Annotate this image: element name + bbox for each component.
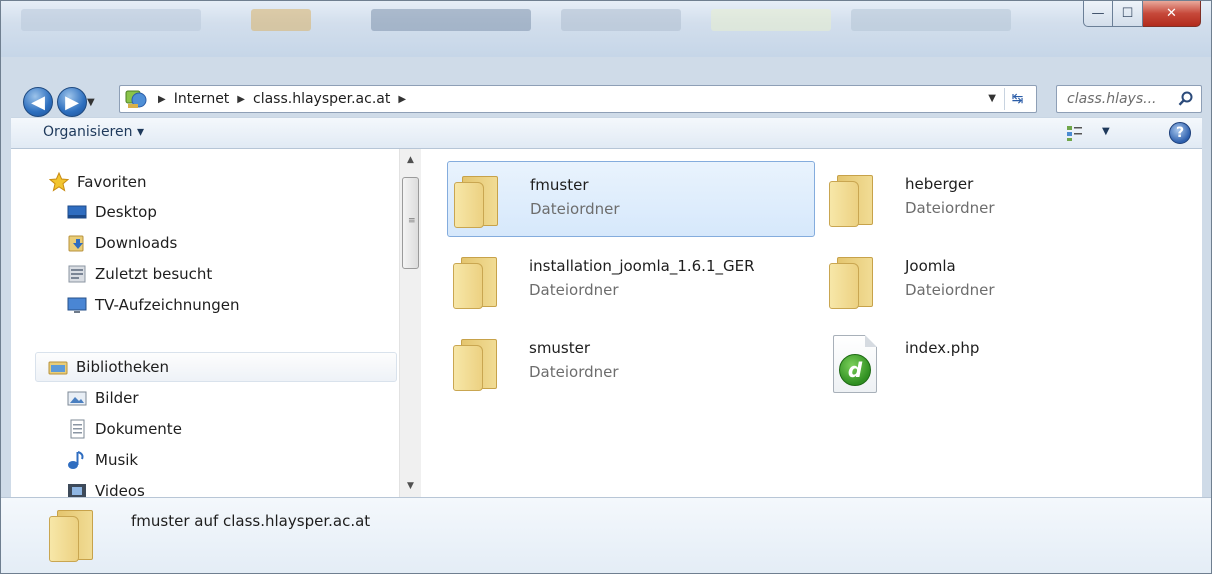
file-list-pane: fmuster Dateiordner heberger Dateiordner… xyxy=(421,149,1202,497)
file-item-installation-joomla[interactable]: installation_joomla_1.6.1_GER Dateiordne… xyxy=(447,243,815,319)
file-item-smuster[interactable]: smuster Dateiordner xyxy=(447,325,815,401)
downloads-folder-icon xyxy=(67,233,87,253)
desktop-icon xyxy=(67,202,87,222)
folder-icon xyxy=(453,253,505,309)
file-item-joomla[interactable]: Joomla Dateiordner xyxy=(823,243,1191,319)
close-button[interactable]: ✕ xyxy=(1143,1,1201,27)
nav-item-pictures[interactable]: Bilder xyxy=(67,385,139,411)
file-name: heberger xyxy=(905,175,974,193)
change-view-icon[interactable] xyxy=(1066,124,1084,142)
address-history-dropdown[interactable]: ▼ xyxy=(988,93,996,104)
search-input[interactable]: class.hlays... xyxy=(1056,85,1202,113)
nav-item-downloads[interactable]: Downloads xyxy=(67,230,177,256)
forward-button[interactable]: ▶ xyxy=(57,87,87,117)
address-bar[interactable]: ▶ Internet ▶ class.hlaysper.ac.at ▶ ▼ ↹ xyxy=(119,85,1037,113)
php-file-icon: d xyxy=(829,335,881,393)
music-note-icon xyxy=(67,450,87,470)
arrow-left-icon: ◀ xyxy=(31,91,45,113)
title-bar: — ☐ ✕ xyxy=(1,1,1211,57)
navigation-scrollbar[interactable]: ▲ ≡ ▼ xyxy=(399,149,421,497)
nav-item-desktop[interactable]: Desktop xyxy=(67,199,157,225)
folder-icon xyxy=(829,171,881,227)
pictures-icon xyxy=(67,388,87,408)
maximize-button[interactable]: ☐ xyxy=(1113,1,1143,27)
breadcrumb-host[interactable]: class.hlaysper.ac.at ▶ xyxy=(253,91,414,107)
file-item-fmuster[interactable]: fmuster Dateiordner xyxy=(447,161,815,237)
film-strip-icon xyxy=(67,481,87,497)
recent-pages-dropdown[interactable]: ▼ xyxy=(87,97,95,108)
file-name: index.php xyxy=(905,339,980,357)
file-name: Joomla xyxy=(905,257,956,275)
file-name: smuster xyxy=(529,339,591,357)
refresh-icon: ↹ xyxy=(1011,91,1024,107)
file-type: Dateiordner xyxy=(530,200,620,218)
nav-item-documents[interactable]: Dokumente xyxy=(67,416,182,442)
minimize-button[interactable]: — xyxy=(1083,1,1113,27)
explorer-window: — ☐ ✕ ◀ ▶ ▼ ▶ Internet ▶ class.hlaysper.a… xyxy=(0,0,1212,574)
tv-monitor-icon xyxy=(67,295,87,315)
scroll-up-arrow-icon[interactable]: ▲ xyxy=(400,151,421,169)
scroll-thumb[interactable]: ≡ xyxy=(402,177,419,269)
help-button[interactable]: ? xyxy=(1169,122,1191,144)
folder-icon xyxy=(49,506,101,562)
folder-icon xyxy=(454,172,506,228)
folder-icon xyxy=(453,335,505,391)
file-type: Dateiordner xyxy=(905,199,995,217)
nav-item-favorites[interactable]: Favoriten xyxy=(48,169,146,195)
file-type: Dateiordner xyxy=(905,281,995,299)
nav-item-libraries[interactable]: Bibliotheken xyxy=(35,352,397,382)
search-icon xyxy=(1178,91,1193,106)
network-globe-icon xyxy=(124,88,150,110)
file-type: Dateiordner xyxy=(529,281,619,299)
file-name: fmuster xyxy=(530,176,589,194)
folder-icon xyxy=(829,253,881,309)
breadcrumb-internet[interactable]: Internet ▶ xyxy=(174,91,253,107)
recent-places-icon xyxy=(67,264,87,284)
nav-item-tv-recordings[interactable]: TV-Aufzeichnungen xyxy=(67,292,239,318)
documents-icon xyxy=(67,419,87,439)
nav-item-recent[interactable]: Zuletzt besucht xyxy=(67,261,212,287)
back-button[interactable]: ◀ xyxy=(23,87,53,117)
arrow-right-icon: ▶ xyxy=(65,91,79,113)
organise-menu[interactable]: Organisieren ▾ xyxy=(43,124,144,140)
scroll-down-arrow-icon[interactable]: ▼ xyxy=(400,477,421,495)
command-toolbar: Organisieren ▾ ▼ ? xyxy=(11,117,1202,149)
file-type: Dateiordner xyxy=(529,363,619,381)
details-pane: fmuster auf class.hlaysper.ac.at xyxy=(1,497,1211,573)
star-icon xyxy=(48,171,70,192)
nav-item-videos[interactable]: Videos xyxy=(67,478,145,497)
file-item-index-php[interactable]: d index.php xyxy=(823,325,1191,401)
details-text: fmuster auf class.hlaysper.ac.at xyxy=(131,512,371,530)
left-frame xyxy=(1,117,11,497)
file-item-heberger[interactable]: heberger Dateiordner xyxy=(823,161,1191,237)
nav-item-music[interactable]: Musik xyxy=(67,447,138,473)
refresh-button[interactable]: ↹ xyxy=(1004,88,1030,110)
view-options-dropdown[interactable]: ▼ xyxy=(1102,126,1110,137)
navigation-pane: Favoriten Desktop Downloads Zuletzt besu… xyxy=(11,149,399,497)
file-name: installation_joomla_1.6.1_GER xyxy=(529,257,755,275)
library-icon xyxy=(48,357,68,377)
